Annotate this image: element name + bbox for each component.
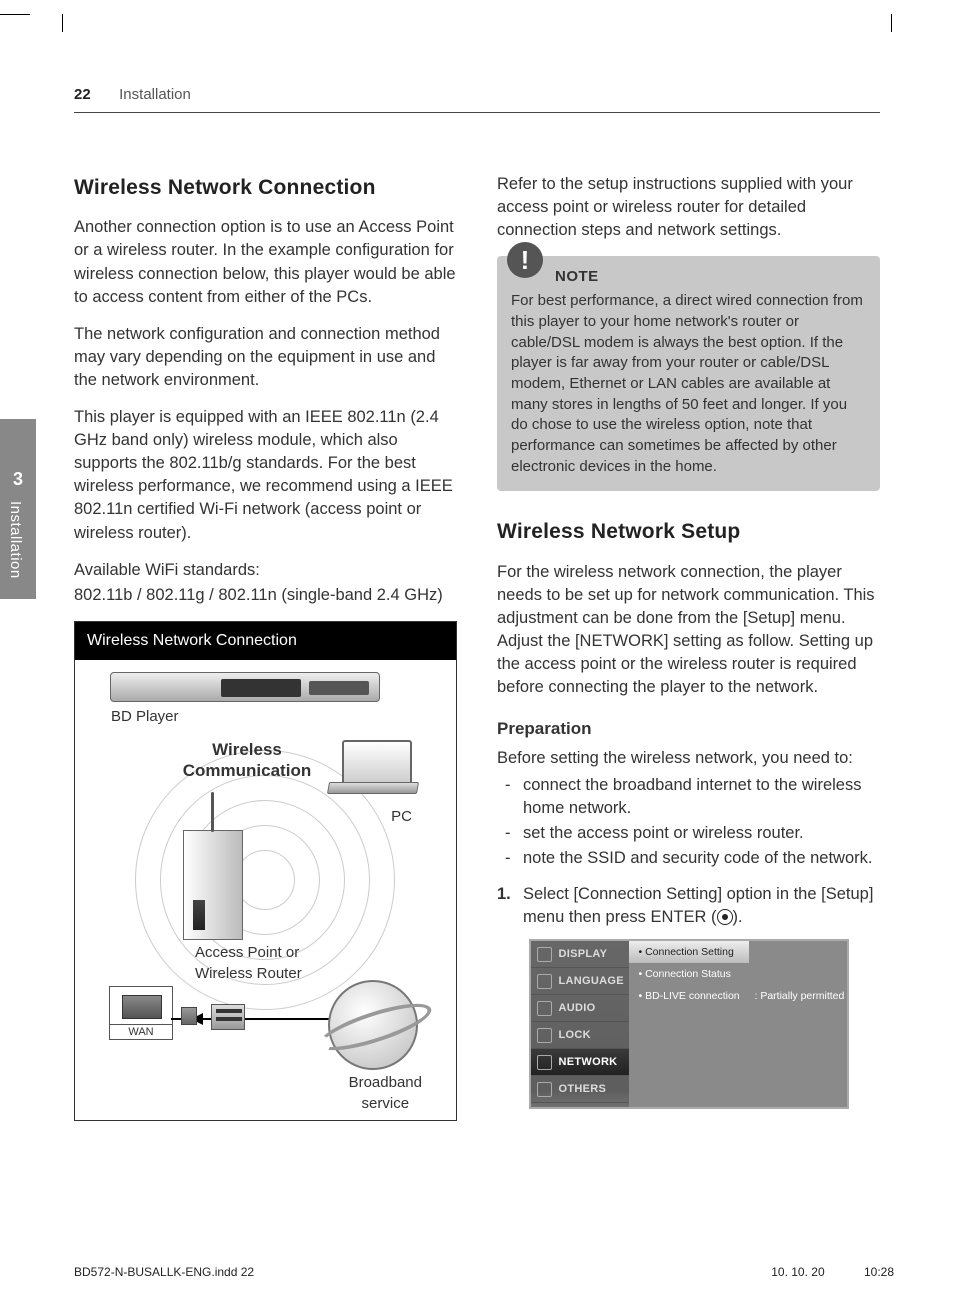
osd-value-column: : Partially permitted	[749, 941, 847, 1107]
footer-time: 10:28	[864, 1265, 894, 1279]
right-column: Refer to the setup instructions supplied…	[497, 173, 880, 1121]
display-icon	[537, 947, 552, 962]
label-broadband-2: service	[362, 1095, 410, 1112]
steps-list: 1. Select [Connection Setting] option in…	[497, 883, 880, 929]
laptop-icon	[328, 740, 418, 800]
list-item: set the access point or wireless router.	[497, 822, 880, 845]
network-icon	[537, 1055, 552, 1070]
step1-text-b: ).	[733, 908, 743, 926]
para-intro-3: This player is equipped with an IEEE 802…	[74, 406, 457, 545]
para-setup: For the wireless network connection, the…	[497, 561, 880, 700]
label-bdplayer: BD Player	[111, 706, 179, 727]
side-tab-number: 3	[0, 469, 36, 490]
list-item: connect the broadband internet to the wi…	[497, 774, 880, 820]
label-wireless-1: Wireless	[212, 740, 282, 759]
wifi-standards-label: Available WiFi standards:	[74, 559, 457, 582]
note-box: ! NOTE For best performance, a direct wi…	[497, 256, 880, 491]
page-header: 22 Installation	[74, 86, 880, 113]
lock-icon	[537, 1028, 552, 1043]
para-intro-2: The network configuration and connection…	[74, 323, 457, 392]
hub-icon	[211, 1004, 245, 1030]
heading-wireless-setup: Wireless Network Setup	[497, 517, 880, 546]
bdplayer-icon	[110, 672, 380, 702]
access-point-icon	[183, 830, 243, 940]
wan-port-icon: WAN	[109, 986, 173, 1040]
others-icon	[537, 1082, 552, 1097]
page: 22 Installation Wireless Network Connect…	[74, 86, 880, 1216]
osd-opt-connection-status: • Connection Status	[629, 963, 749, 985]
diagram-body: BD Player Wireless Communication PC Acce…	[75, 660, 456, 1120]
section-title: Installation	[119, 86, 191, 103]
heading-wireless-connection: Wireless Network Connection	[74, 173, 457, 202]
osd-menu-language: LANGUAGE	[531, 968, 629, 995]
osd-opt-bdlive: • BD-LIVE connection	[629, 985, 749, 1007]
para-intro-1: Another connection option is to use an A…	[74, 216, 457, 308]
osd-menu-others: OTHERS	[531, 1076, 629, 1103]
footer: BD572-N-BUSALLK-ENG.indd 22 10. 10. 20 1…	[74, 1265, 894, 1279]
page-number: 22	[74, 86, 91, 103]
exclamation-icon: !	[507, 242, 543, 278]
diagram-title: Wireless Network Connection	[75, 622, 456, 660]
prep-list: connect the broadband internet to the wi…	[497, 774, 880, 869]
osd-setup-menu: DISPLAY LANGUAGE AUDIO LOCK NETWORK OTHE…	[529, 939, 849, 1109]
side-tab-label: Installation	[7, 501, 24, 579]
left-column: Wireless Network Connection Another conn…	[74, 173, 457, 1121]
label-ap-2: Wireless Router	[195, 965, 302, 982]
prep-intro: Before setting the wireless network, you…	[497, 747, 880, 770]
step1-text-a: Select [Connection Setting] option in th…	[523, 885, 873, 926]
osd-menu-lock: LOCK	[531, 1022, 629, 1049]
footer-file: BD572-N-BUSALLK-ENG.indd 22	[74, 1265, 254, 1279]
label-wireless-2: Communication	[183, 761, 311, 780]
enter-icon	[717, 909, 733, 925]
step-1: 1. Select [Connection Setting] option in…	[497, 883, 880, 929]
audio-icon	[537, 1001, 552, 1016]
language-icon	[537, 974, 552, 989]
diagram-wireless: Wireless Network Connection BD Player Wi…	[74, 621, 457, 1121]
note-label: NOTE	[555, 266, 866, 287]
label-wan: WAN	[110, 1024, 172, 1039]
cable-plug-icon	[181, 1007, 197, 1025]
osd-menu-column: DISPLAY LANGUAGE AUDIO LOCK NETWORK OTHE…	[531, 941, 629, 1107]
note-text: For best performance, a direct wired con…	[511, 291, 866, 477]
osd-opt-connection-setting: • Connection Setting	[629, 941, 749, 963]
osd-bdlive-value: : Partially permitted	[749, 985, 847, 1007]
side-tab: 3 Installation	[0, 419, 36, 599]
osd-menu-network: NETWORK	[531, 1049, 629, 1076]
heading-preparation: Preparation	[497, 717, 880, 741]
globe-icon	[328, 980, 418, 1070]
wifi-standards-value: 802.11b / 802.11g / 802.11n (single-band…	[74, 584, 457, 607]
footer-date: 10. 10. 20	[771, 1265, 824, 1279]
list-item: note the SSID and security code of the n…	[497, 847, 880, 870]
label-ap-1: Access Point or	[195, 944, 299, 961]
para-refer: Refer to the setup instructions supplied…	[497, 173, 880, 242]
osd-options-column: • Connection Setting • Connection Status…	[629, 941, 749, 1107]
label-pc: PC	[391, 806, 412, 827]
osd-menu-audio: AUDIO	[531, 995, 629, 1022]
osd-menu-display: DISPLAY	[531, 941, 629, 968]
label-broadband-1: Broadband	[349, 1074, 422, 1091]
